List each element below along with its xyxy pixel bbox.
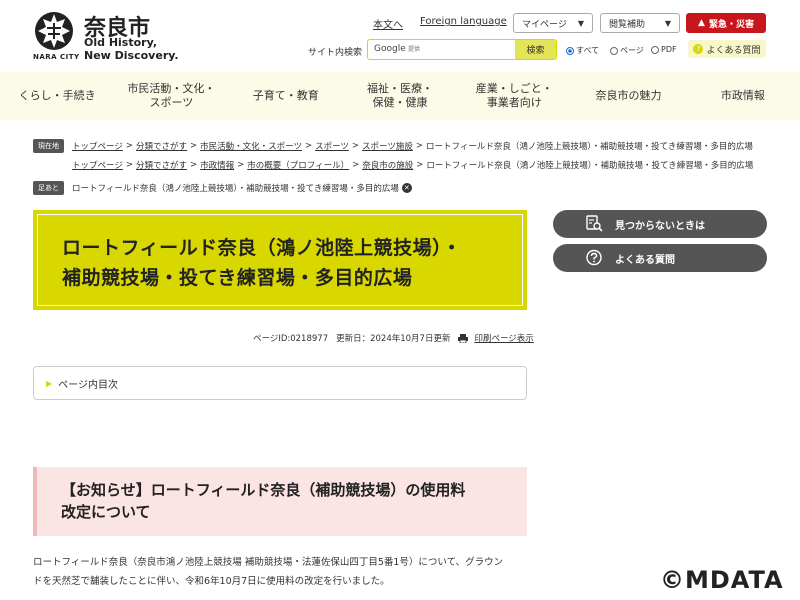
- print-page-link[interactable]: 印刷ページ表示: [474, 332, 533, 344]
- body-line-2: ドを天然芝で舗装したことに伴い、令和6年10月7日に使用料の改定を行いました。: [33, 576, 390, 587]
- notice-heading-box: 【お知らせ】ロートフィールド奈良（補助競技場）の使用料 改定について: [33, 467, 527, 536]
- not-found-label: 見つからないときは: [615, 220, 705, 232]
- breadcrumb-link[interactable]: 市の概要（プロフィール）: [247, 159, 349, 171]
- breadcrumb-link[interactable]: トップページ: [72, 140, 123, 152]
- mypage-button[interactable]: マイページ ▼: [513, 13, 593, 33]
- nav-item-living[interactable]: くらし・手続き: [0, 72, 114, 120]
- tagline-line-1: Old History,: [84, 36, 158, 49]
- mypage-label: マイページ: [522, 19, 567, 30]
- breadcrumb: 現在地 トップページ > 分類でさがす > 市民活動・文化・スポーツ > スポーツ > …: [33, 136, 773, 197]
- page-title-line-2: 補助競技場・投てき練習場・多目的広場: [62, 267, 413, 289]
- breadcrumb-link[interactable]: スポーツ: [315, 140, 349, 152]
- updated-date: 更新日：2024年10月7日更新: [336, 334, 451, 344]
- triangle-right-icon: ▶: [46, 378, 53, 388]
- toc-label: ページ内目次: [58, 379, 118, 391]
- site-header: NARA CITY 奈良市 Old History, New Discovery…: [0, 0, 800, 72]
- radio-page[interactable]: ページ: [610, 45, 644, 56]
- accessibility-button[interactable]: 閲覧補助 ▼: [600, 13, 680, 33]
- page-meta: ページID:0218977 更新日：2024年10月7日更新 印刷ページ表示: [253, 332, 534, 344]
- footprint-item[interactable]: ロートフィールド奈良（鴻ノ池陸上競技場）・補助競技場・投てき練習場・多目的広場: [72, 182, 399, 194]
- nav-item-city-info[interactable]: 市政情報: [686, 72, 800, 120]
- chevron-down-icon: ▼: [664, 18, 671, 28]
- print-link-wrap[interactable]: 印刷ページ表示: [458, 332, 534, 344]
- question-bubble-icon: [586, 249, 602, 266]
- breadcrumb-current: ロートフィールド奈良（鴻ノ池陸上競技場）・補助競技場・投てき練習場・多目的広場: [426, 141, 753, 152]
- nav-item-education[interactable]: 子育て・教育: [229, 72, 343, 120]
- radio-page-label: ページ: [620, 46, 644, 55]
- page-id: ページID:0218977: [253, 334, 329, 344]
- emergency-label: 緊急・災害: [708, 19, 754, 30]
- radio-selected-icon: [566, 46, 574, 55]
- page-title-inner: ロートフィールド奈良（鴻ノ池陸上競技場）・ 補助競技場・投てき練習場・多目的広場: [37, 214, 523, 306]
- nav-item-attractions[interactable]: 奈良市の魅力: [571, 72, 685, 120]
- radio-pdf-label: PDF: [661, 45, 677, 54]
- page-title-box: ロートフィールド奈良（鴻ノ池陸上競技場）・ 補助競技場・投てき練習場・多目的広場: [33, 210, 527, 310]
- not-found-button[interactable]: 見つからないときは: [553, 210, 767, 238]
- breadcrumb-link[interactable]: 分類でさがす: [136, 159, 187, 171]
- table-of-contents-toggle[interactable]: ▶ ページ内目次: [33, 366, 527, 400]
- body-line-1: ロートフィールド奈良（奈良市鴻ノ池陸上競技場 補助競技場・法蓮佐保山四丁目5番1…: [33, 557, 504, 568]
- notice-heading: 【お知らせ】ロートフィールド奈良（補助競技場）の使用料 改定について: [61, 479, 503, 523]
- breadcrumb-link[interactable]: スポーツ施設: [362, 140, 413, 152]
- city-tagline: Old History, New Discovery.: [84, 36, 179, 62]
- emergency-button[interactable]: ▲ 緊急・災害: [686, 13, 766, 33]
- nav-item-culture[interactable]: 市民活動・文化・ スポーツ: [114, 72, 228, 120]
- printer-icon: [458, 333, 469, 343]
- city-emblem-icon[interactable]: [33, 11, 75, 51]
- faq-sidebar-button[interactable]: よくある質問: [553, 244, 767, 272]
- radio-pdf[interactable]: PDF: [651, 45, 677, 54]
- notice-heading-line-1: 【お知らせ】ロートフィールド奈良（補助競技場）の使用料: [61, 481, 466, 499]
- question-icon: ?: [693, 44, 704, 54]
- radio-all-label: すべて: [576, 46, 600, 55]
- search-button[interactable]: 検索: [515, 40, 556, 59]
- tagline-line-2: New Discovery.: [84, 49, 179, 62]
- document-search-icon: [586, 215, 603, 232]
- breadcrumb-link[interactable]: 市政情報: [200, 159, 234, 171]
- breadcrumb-link[interactable]: 市民活動・文化・スポーツ: [200, 140, 302, 152]
- accessibility-label: 閲覧補助: [609, 19, 646, 30]
- foreign-language-link[interactable]: Foreign language: [420, 16, 507, 27]
- radio-all[interactable]: すべて: [566, 45, 599, 56]
- search-form: Google 検索: [367, 39, 557, 60]
- body-paragraph: ロートフィールド奈良（奈良市鴻ノ池陸上競技場 補助競技場・法蓮佐保山四丁目5番1…: [33, 553, 533, 591]
- breadcrumb-row-2: トップページ > 分類でさがす > 市政情報 > 市の概要（プロフィール） > 奈良市の…: [72, 159, 754, 171]
- skip-to-content-link[interactable]: 本文へ: [373, 16, 403, 31]
- notice-heading-line-2: 改定について: [61, 503, 151, 521]
- faq-header-button[interactable]: ? よくある質問: [688, 40, 766, 58]
- footprint-row: 足あと ロートフィールド奈良（鴻ノ池陸上競技場）・補助競技場・投てき練習場・多目…: [33, 178, 773, 197]
- breadcrumb-row-1: 現在地 トップページ > 分類でさがす > 市民活動・文化・スポーツ > スポーツ > …: [33, 136, 773, 155]
- breadcrumb-link[interactable]: 分類でさがす: [136, 140, 187, 152]
- faq-header-label: よくある質問: [706, 45, 761, 56]
- nav-item-industry[interactable]: 産業・しごと・ 事業者向け: [457, 72, 571, 120]
- breadcrumb-link[interactable]: トップページ: [72, 159, 123, 171]
- global-nav: くらし・手続き 市民活動・文化・ スポーツ 子育て・教育 福祉・医療・ 保健・健…: [0, 72, 800, 120]
- footprint-tag: 足あと: [33, 180, 64, 195]
- page-title-line-1: ロートフィールド奈良（鴻ノ池陸上競技場）・: [62, 237, 462, 259]
- faq-sidebar-label: よくある質問: [615, 254, 675, 266]
- search-label: サイト内検索: [308, 48, 363, 58]
- search-input[interactable]: [408, 43, 512, 56]
- watermark: ©MDATA: [660, 566, 784, 594]
- city-romaji: NARA CITY: [33, 53, 80, 61]
- close-icon[interactable]: ✕: [401, 182, 412, 193]
- google-logo: Google: [374, 44, 406, 54]
- breadcrumb-link[interactable]: 奈良市の施設: [362, 159, 413, 171]
- page-title: ロートフィールド奈良（鴻ノ池陸上競技場）・ 補助競技場・投てき練習場・多目的広場: [62, 233, 498, 293]
- nav-item-welfare[interactable]: 福祉・医療・ 保健・健康: [343, 72, 457, 120]
- radio-unselected-icon: [651, 45, 659, 54]
- chevron-down-icon: ▼: [577, 18, 584, 28]
- breadcrumb-current: ロートフィールド奈良（鴻ノ池陸上競技場）・補助競技場・投てき練習場・多目的広場: [426, 160, 754, 171]
- warning-icon: ▲: [698, 18, 705, 28]
- radio-unselected-icon: [610, 46, 618, 55]
- current-location-tag: 現在地: [33, 138, 64, 153]
